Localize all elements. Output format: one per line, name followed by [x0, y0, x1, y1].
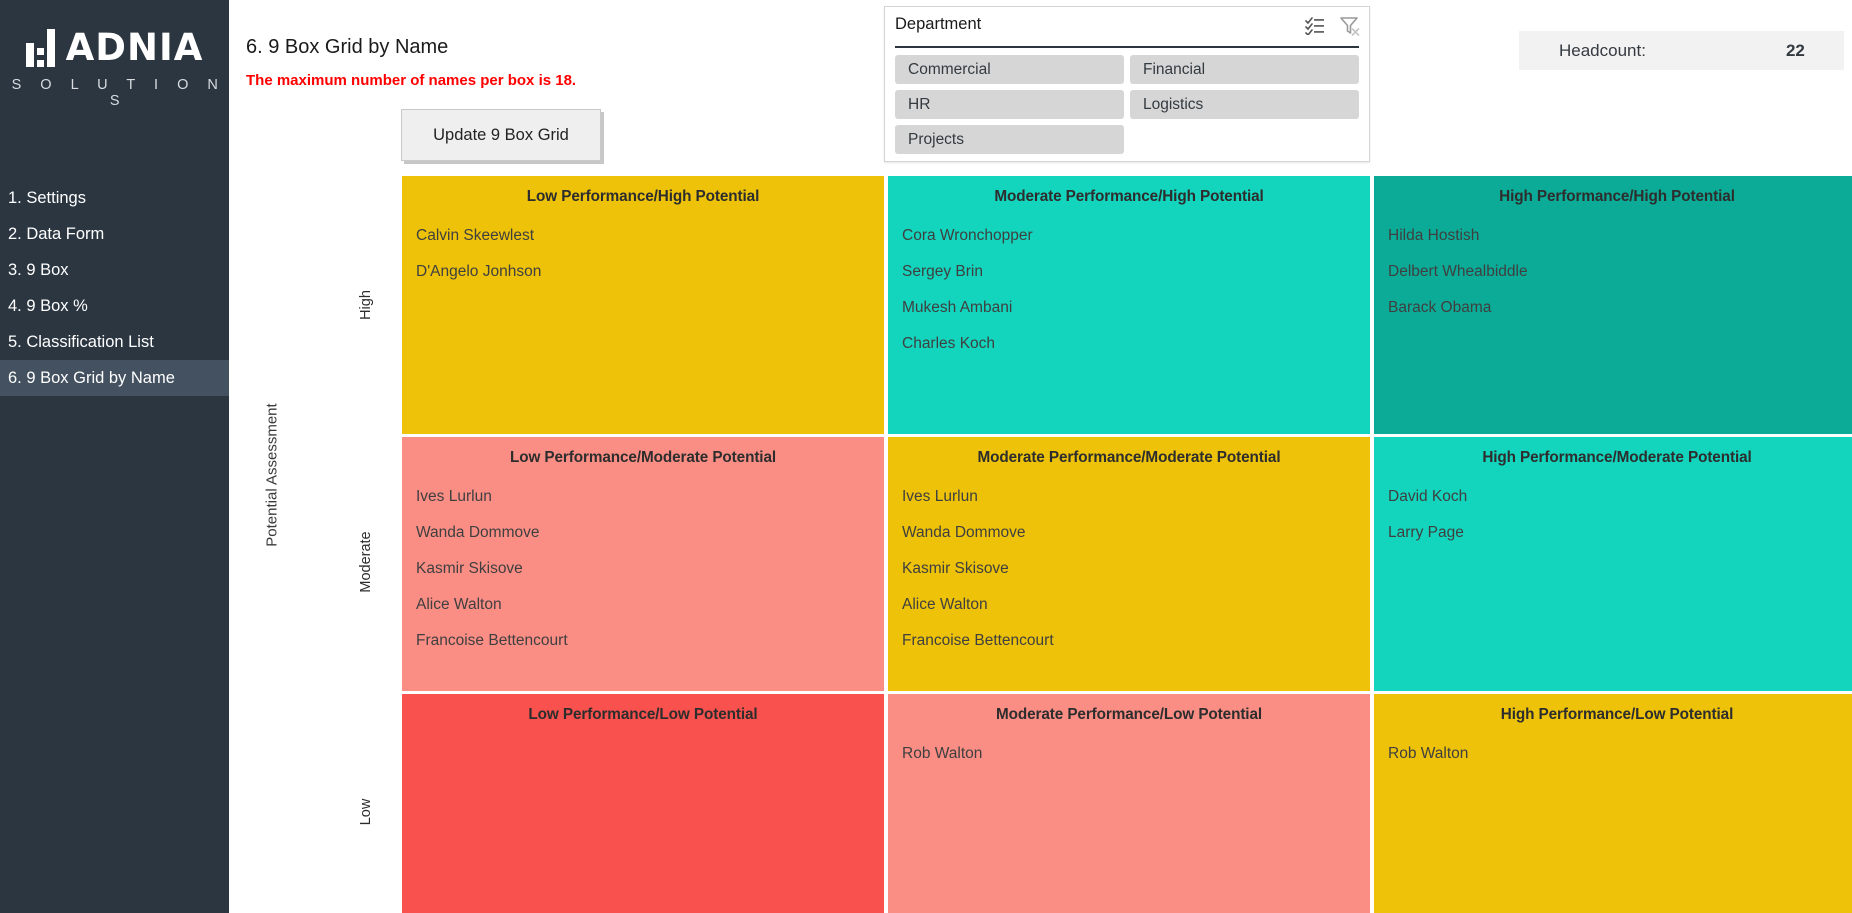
- sidebar-item-6[interactable]: 6. 9 Box Grid by Name: [0, 360, 229, 396]
- person-name: Francoise Bettencourt: [902, 623, 1356, 659]
- grid-cell-title: Moderate Performance/High Potential: [902, 176, 1356, 206]
- y-axis-tick-low: Low: [358, 799, 374, 826]
- slicer-item-1[interactable]: Financial: [1130, 55, 1359, 84]
- app-root: ADNIA S O L U T I O N S 1. Settings2. Da…: [0, 0, 1852, 913]
- person-name: Ives Lurlun: [902, 479, 1356, 515]
- grid-cell-title: High Performance/Low Potential: [1388, 694, 1846, 724]
- person-name: Sergey Brin: [902, 254, 1356, 290]
- sidebar-item-1[interactable]: 1. Settings: [0, 180, 229, 216]
- person-name: Cora Wronchopper: [902, 218, 1356, 254]
- grid-cell-3: Low Performance/Moderate PotentialIves L…: [402, 437, 884, 691]
- grid-cell-1: Moderate Performance/High PotentialCora …: [888, 176, 1370, 434]
- grid-cell-7: Moderate Performance/Low Potential Rob Wa…: [888, 694, 1370, 913]
- grid-cell-name-list: [416, 724, 870, 736]
- grid-cell-8: High Performance/Low Potential Rob Walton: [1374, 694, 1852, 913]
- brand-logo: ADNIA S O L U T I O N S: [0, 26, 229, 109]
- grid-cell-name-list: Hilda HostishDelbert WhealbiddleBarack O…: [1388, 206, 1846, 326]
- slicer-item-3[interactable]: Logistics: [1130, 90, 1359, 119]
- grid-cell-title: Low Performance/High Potential: [416, 176, 870, 206]
- update-9-box-grid-button[interactable]: Update 9 Box Grid: [401, 109, 601, 161]
- person-name: Charles Koch: [902, 326, 1356, 362]
- person-name: Rob Walton: [902, 736, 1356, 772]
- person-name: Larry Page: [1388, 515, 1846, 551]
- person-name: Rob Walton: [1388, 736, 1846, 772]
- slicer-item-0[interactable]: Commercial: [895, 55, 1124, 84]
- person-name: Mukesh Ambani: [902, 290, 1356, 326]
- page-title: 6. 9 Box Grid by Name: [246, 36, 448, 59]
- person-name: Alice Walton: [902, 587, 1356, 623]
- grid-cell-name-list: Rob Walton: [902, 724, 1356, 772]
- brand-name: ADNIA: [66, 29, 204, 67]
- person-name: Alice Walton: [416, 587, 870, 623]
- grid-cell-name-list: David KochLarry Page: [1388, 467, 1846, 551]
- multi-select-icon[interactable]: [1305, 17, 1325, 35]
- headcount-value: 22: [1786, 41, 1805, 61]
- person-name: Wanda Dommove: [416, 515, 870, 551]
- sidebar-item-4[interactable]: 4. 9 Box %: [0, 288, 229, 324]
- slicer-item-2[interactable]: HR: [895, 90, 1124, 119]
- person-name: D'Angelo Jonhson: [416, 254, 870, 290]
- department-slicer: Department: [884, 6, 1370, 162]
- person-name: Wanda Dommove: [902, 515, 1356, 551]
- person-name: Hilda Hostish: [1388, 218, 1846, 254]
- sidebar-item-2[interactable]: 2. Data Form: [0, 216, 229, 252]
- grid-cell-title: Low Performance/Moderate Potential: [416, 437, 870, 467]
- person-name: Barack Obama: [1388, 290, 1846, 326]
- grid-cell-title: Low Performance/Low Potential: [416, 694, 870, 724]
- grid-cell-0: Low Performance/High PotentialCalvin Ske…: [402, 176, 884, 434]
- grid-cell-name-list: Ives LurlunWanda DommoveKasmir SkisoveAl…: [416, 467, 870, 659]
- grid-cell-5: High Performance/Moderate PotentialDavid…: [1374, 437, 1852, 691]
- grid-cell-name-list: Ives LurlunWanda DommoveKasmir SkisoveAl…: [902, 467, 1356, 659]
- slicer-item-4[interactable]: Projects: [895, 125, 1124, 154]
- grid-cell-title: High Performance/High Potential: [1388, 176, 1846, 206]
- slicer-header: Department: [885, 7, 1369, 43]
- sidebar: ADNIA S O L U T I O N S 1. Settings2. Da…: [0, 0, 229, 913]
- nine-box-grid: Low Performance/High PotentialCalvin Ske…: [402, 176, 1852, 913]
- grid-cell-title: Moderate Performance/Low Potential: [902, 694, 1356, 724]
- grid-cell-title: High Performance/Moderate Potential: [1388, 437, 1846, 467]
- y-axis-title: Potential Assessment: [264, 403, 281, 546]
- person-name: Ives Lurlun: [416, 479, 870, 515]
- grid-cell-4: Moderate Performance/Moderate PotentialI…: [888, 437, 1370, 691]
- headcount-panel: Headcount: 22: [1519, 31, 1844, 70]
- person-name: Francoise Bettencourt: [416, 623, 870, 659]
- person-name: Delbert Whealbiddle: [1388, 254, 1846, 290]
- slicer-title: Department: [895, 15, 981, 33]
- slicer-items: CommercialFinancialHRLogisticsProjects: [885, 48, 1369, 154]
- grid-cell-2: High Performance/High PotentialHilda Hos…: [1374, 176, 1852, 434]
- y-axis-tick-moderate: Moderate: [358, 531, 374, 592]
- person-name: Kasmir Skisove: [416, 551, 870, 587]
- person-name: Calvin Skeewlest: [416, 218, 870, 254]
- sidebar-nav: 1. Settings2. Data Form3. 9 Box4. 9 Box …: [0, 180, 229, 396]
- clear-filter-icon[interactable]: [1339, 16, 1361, 36]
- grid-cell-name-list: Calvin SkeewlestD'Angelo Jonhson: [416, 206, 870, 290]
- person-name: Kasmir Skisove: [902, 551, 1356, 587]
- person-name: David Koch: [1388, 479, 1846, 515]
- max-names-note: The maximum number of names per box is 1…: [246, 72, 576, 89]
- bar-chart-logo-icon: [26, 29, 55, 67]
- sidebar-item-3[interactable]: 3. 9 Box: [0, 252, 229, 288]
- sidebar-item-5[interactable]: 5. Classification List: [0, 324, 229, 360]
- grid-cell-name-list: Rob Walton: [1388, 724, 1846, 772]
- grid-cell-6: Low Performance/Low Potential: [402, 694, 884, 913]
- brand-tagline: S O L U T I O N S: [0, 77, 229, 109]
- y-axis-tick-high: High: [358, 290, 374, 320]
- slicer-toolbar: [1305, 16, 1361, 36]
- headcount-label: Headcount:: [1559, 41, 1646, 61]
- grid-cell-title: Moderate Performance/Moderate Potential: [902, 437, 1356, 467]
- grid-cell-name-list: Cora WronchopperSergey BrinMukesh Ambani…: [902, 206, 1356, 362]
